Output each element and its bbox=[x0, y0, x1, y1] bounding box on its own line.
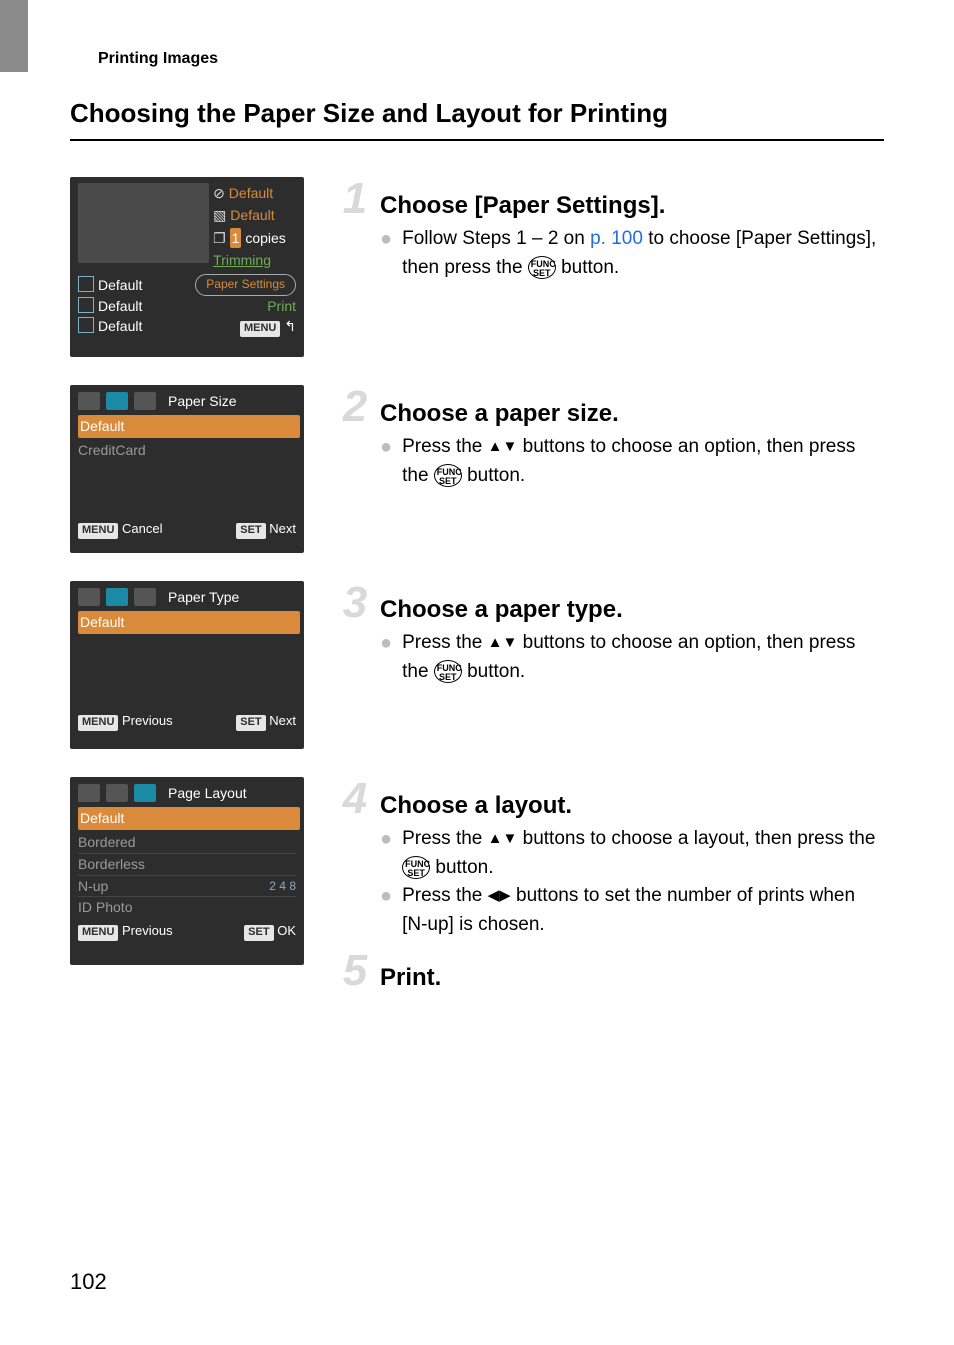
paper-size-title: Paper Size bbox=[168, 391, 236, 411]
step-1-title: Choose [Paper Settings]. bbox=[380, 192, 665, 220]
step-3-number: 3 bbox=[338, 581, 372, 625]
ps-left-0: Default bbox=[98, 277, 142, 293]
paper-size-item-0: Default bbox=[78, 415, 300, 437]
menu-badge: MENU bbox=[78, 523, 118, 539]
func-set-icon: FUNCSET bbox=[402, 856, 430, 879]
ps-copies-val: 1 bbox=[230, 228, 242, 248]
step-5-title: Print. bbox=[380, 964, 441, 992]
previous-label: Previous bbox=[122, 923, 173, 938]
menu-badge: MENU bbox=[78, 715, 118, 731]
page-layout-title: Page Layout bbox=[168, 783, 247, 803]
func-set-icon: FUNCSET bbox=[434, 464, 462, 487]
paper-size-item-1: CreditCard bbox=[78, 440, 296, 460]
step-4-row: Page Layout Default Bordered Borderless … bbox=[70, 777, 884, 997]
camera-screen-print-settings: ⊘ Default ▧ Default ❐ 1 copies Trimming … bbox=[70, 177, 304, 357]
section-title: Choosing the Paper Size and Layout for P… bbox=[70, 98, 884, 141]
bullet-icon: ● bbox=[380, 629, 392, 686]
camera-screen-paper-type: Paper Type Default MENU Previous SET Nex… bbox=[70, 581, 304, 749]
bullet-icon: ● bbox=[380, 825, 392, 882]
ps-right-1: Default bbox=[230, 207, 274, 223]
paper-settings-pill: Paper Settings bbox=[195, 274, 296, 295]
step-3-title: Choose a paper type. bbox=[380, 596, 623, 624]
step-4-bullet-2: Press the ◀▶ buttons to set the number o… bbox=[402, 882, 884, 939]
ps-right-0: Default bbox=[229, 185, 273, 201]
section-side-tab bbox=[0, 0, 28, 72]
next-label: Next bbox=[269, 521, 296, 536]
layout-item-2: Borderless bbox=[78, 854, 296, 876]
manual-page: Printing Images Choosing the Paper Size … bbox=[0, 0, 954, 1345]
page-content: ⊘ Default ▧ Default ❐ 1 copies Trimming … bbox=[70, 177, 884, 997]
page-link-100[interactable]: p. 100 bbox=[590, 228, 643, 249]
nup-values: 2 4 8 bbox=[269, 878, 296, 895]
bullet-icon: ● bbox=[380, 225, 392, 282]
paper-type-item-0: Default bbox=[78, 611, 300, 633]
layout-item-0: Default bbox=[78, 807, 300, 829]
previous-label: Previous bbox=[122, 713, 173, 728]
layout-item-3: N-up bbox=[78, 876, 108, 896]
bullet-icon: ● bbox=[380, 882, 392, 939]
ps-left-1: Default bbox=[98, 298, 142, 314]
step-1-row: ⊘ Default ▧ Default ❐ 1 copies Trimming … bbox=[70, 177, 884, 357]
step-3-row: Paper Type Default MENU Previous SET Nex… bbox=[70, 581, 884, 749]
ps-left-2: Default bbox=[98, 318, 142, 334]
step-5-number: 5 bbox=[338, 949, 372, 993]
step-3-bullet: Press the ▲▼ buttons to choose an option… bbox=[402, 629, 884, 686]
ps-right-2: copies bbox=[245, 230, 285, 246]
running-head: Printing Images bbox=[98, 50, 884, 68]
page-number: 102 bbox=[70, 1269, 107, 1295]
page-header: Printing Images Choosing the Paper Size … bbox=[70, 50, 884, 141]
cancel-label: Cancel bbox=[122, 521, 162, 536]
menu-badge: MENU bbox=[78, 925, 118, 941]
camera-screen-page-layout: Page Layout Default Bordered Borderless … bbox=[70, 777, 304, 965]
step-4-title: Choose a layout. bbox=[380, 792, 572, 820]
step-2-title: Choose a paper size. bbox=[380, 400, 619, 428]
ps-right-3: Trimming bbox=[213, 250, 296, 270]
func-set-icon: FUNCSET bbox=[434, 660, 462, 683]
set-badge: SET bbox=[236, 715, 265, 731]
set-badge: SET bbox=[244, 925, 273, 941]
set-badge: SET bbox=[236, 523, 265, 539]
camera-screen-paper-size: Paper Size Default CreditCard MENU Cance… bbox=[70, 385, 304, 553]
layout-item-4: ID Photo bbox=[78, 897, 296, 917]
ps-print-label: Print bbox=[267, 296, 296, 316]
step-1-number: 1 bbox=[338, 177, 372, 221]
step-2-bullet: Press the ▲▼ buttons to choose an option… bbox=[402, 433, 884, 490]
bullet-icon: ● bbox=[380, 433, 392, 490]
next-label: Next bbox=[269, 713, 296, 728]
paper-type-title: Paper Type bbox=[168, 587, 239, 607]
step-4-bullet-1: Press the ▲▼ buttons to choose a layout,… bbox=[402, 825, 884, 882]
up-down-icon: ▲▼ bbox=[488, 436, 518, 459]
left-right-icon: ◀▶ bbox=[488, 885, 511, 908]
menu-badge: MENU bbox=[240, 321, 280, 337]
step-2-number: 2 bbox=[338, 385, 372, 429]
ok-label: OK bbox=[277, 923, 296, 938]
step-2-row: Paper Size Default CreditCard MENU Cance… bbox=[70, 385, 884, 553]
step-4-number: 4 bbox=[338, 777, 372, 821]
step-1-bullet: Follow Steps 1 – 2 on p. 100 to choose [… bbox=[402, 225, 884, 282]
layout-item-1: Bordered bbox=[78, 832, 296, 854]
func-set-icon: FUNCSET bbox=[528, 256, 556, 279]
up-down-icon: ▲▼ bbox=[488, 828, 518, 851]
up-down-icon: ▲▼ bbox=[488, 632, 518, 655]
